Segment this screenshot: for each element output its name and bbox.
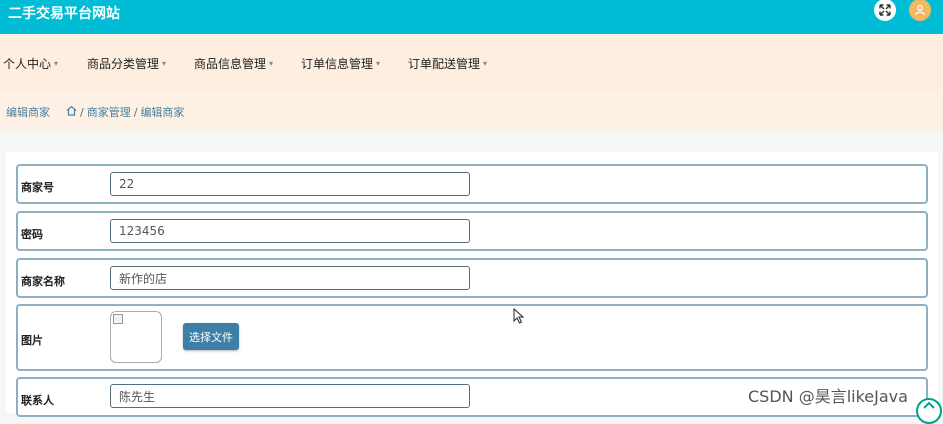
expand-icon-glyph xyxy=(879,4,891,16)
site-title: 二手交易平台网站 xyxy=(8,6,120,22)
expand-icon[interactable] xyxy=(874,0,896,21)
form-row-image: 图片 选择文件 xyxy=(16,304,928,371)
nav-order-management[interactable]: 订单信息管理 ▾ xyxy=(301,55,380,72)
nav-product-management[interactable]: 商品信息管理 ▾ xyxy=(194,55,273,72)
breadcrumb: / 商家管理 / 编辑商家 xyxy=(66,104,184,120)
merchant-name-label: 商家名称 xyxy=(21,275,65,288)
mouse-cursor-icon xyxy=(513,308,525,324)
chevron-down-icon: ▾ xyxy=(269,59,274,68)
scroll-to-top-button[interactable] xyxy=(916,398,942,424)
password-label: 密码 xyxy=(21,228,43,241)
form-row-password: 密码 123456 xyxy=(16,211,928,251)
password-input[interactable]: 123456 xyxy=(110,219,470,243)
top-header: 二手交易平台网站 xyxy=(0,0,943,34)
merchant-no-label: 商家号 xyxy=(21,181,54,194)
breadcrumb-bar: 编辑商家 / 商家管理 / 编辑商家 xyxy=(0,92,943,130)
home-icon[interactable] xyxy=(66,105,77,119)
nav-personal-center[interactable]: 个人中心 ▾ xyxy=(3,55,58,72)
chevron-up-icon xyxy=(923,401,935,409)
breadcrumb-separator: / xyxy=(80,105,84,119)
broken-image-icon xyxy=(113,314,123,324)
chevron-down-icon: ▾ xyxy=(162,59,167,68)
nav-label: 订单配送管理 xyxy=(408,57,481,71)
home-icon-glyph xyxy=(66,105,77,116)
breadcrumb-separator: / xyxy=(133,105,138,119)
watermark: CSDN @昊言likeJava xyxy=(748,387,908,406)
nav-label: 个人中心 xyxy=(3,57,52,71)
breadcrumb-link-merchant-management[interactable]: 商家管理 xyxy=(87,104,131,120)
contact-label: 联系人 xyxy=(21,394,54,407)
nav-delivery-management[interactable]: 订单配送管理 ▾ xyxy=(408,55,487,72)
form-row-merchant-name: 商家名称 新作的店 xyxy=(16,258,928,298)
breadcrumb-current: 编辑商家 xyxy=(140,106,185,119)
main-nav: 个人中心 ▾ 商品分类管理 ▾ 商品信息管理 ▾ 订单信息管理 ▾ 订单配送管理… xyxy=(0,34,943,93)
contact-input[interactable]: 陈先生 xyxy=(110,384,470,408)
nav-label: 商品信息管理 xyxy=(194,57,267,71)
nav-label: 订单信息管理 xyxy=(301,57,374,71)
merchant-no-input[interactable]: 22 xyxy=(110,172,470,196)
nav-category-management[interactable]: 商品分类管理 ▾ xyxy=(87,55,166,72)
user-icon-glyph xyxy=(914,5,926,16)
nav-label: 商品分类管理 xyxy=(87,57,160,71)
merchant-name-input[interactable]: 新作的店 xyxy=(110,266,470,290)
choose-file-button[interactable]: 选择文件 xyxy=(183,323,239,350)
page-title: 编辑商家 xyxy=(6,106,50,119)
chevron-down-icon: ▾ xyxy=(376,59,381,68)
image-preview xyxy=(110,311,162,363)
image-label: 图片 xyxy=(21,334,43,347)
chevron-down-icon: ▾ xyxy=(483,59,488,68)
form-row-merchant-no: 商家号 22 xyxy=(16,164,928,204)
chevron-down-icon: ▾ xyxy=(54,59,59,68)
user-avatar-icon[interactable] xyxy=(909,0,931,21)
